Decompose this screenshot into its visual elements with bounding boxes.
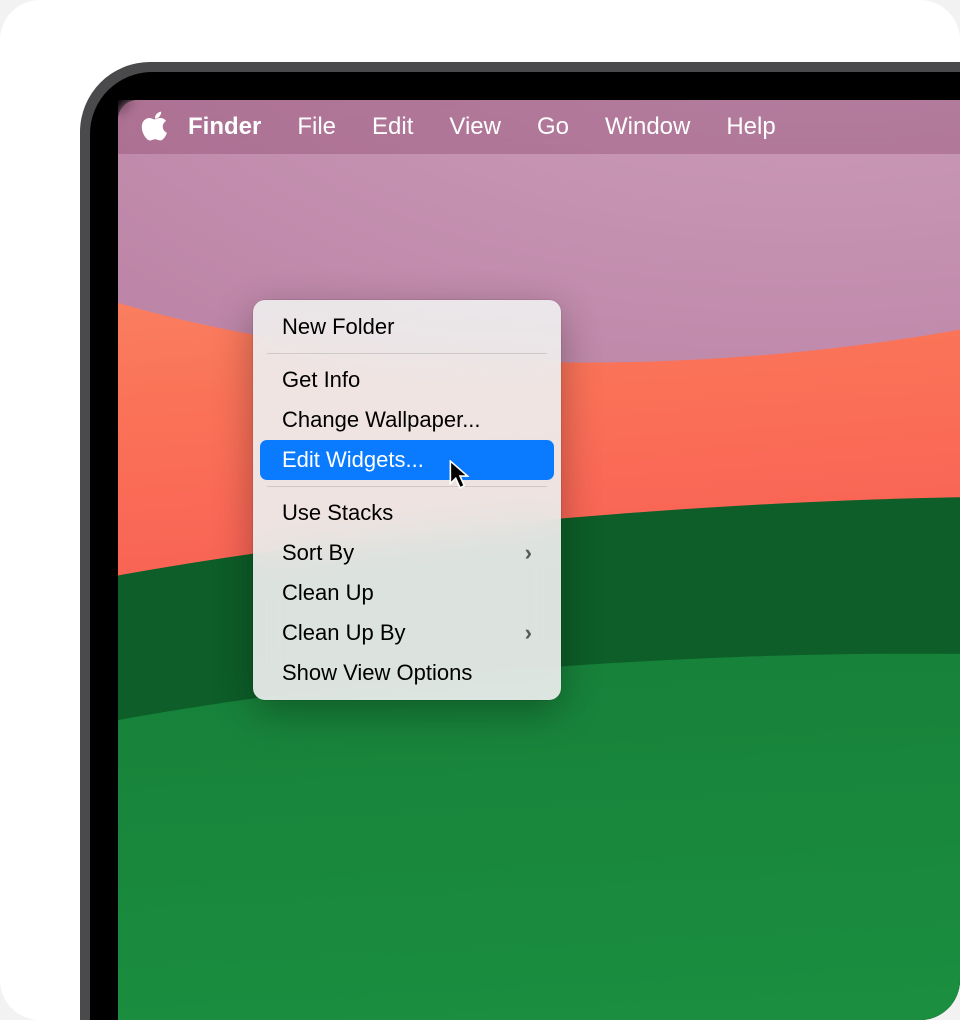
desktop-screen[interactable]: Finder File Edit View Go Window Help New… xyxy=(118,100,960,1020)
ctx-item-show-view-options[interactable]: Show View Options xyxy=(260,653,554,693)
ctx-item-sort-by[interactable]: Sort By › xyxy=(260,533,554,573)
ctx-item-label: Clean Up xyxy=(282,580,374,606)
ctx-item-label: Change Wallpaper... xyxy=(282,407,481,433)
ctx-item-label: Sort By xyxy=(282,540,354,566)
illustration-card: Finder File Edit View Go Window Help New… xyxy=(0,0,960,1020)
ctx-item-label: Show View Options xyxy=(282,660,472,686)
ctx-item-label: Edit Widgets... xyxy=(282,447,424,473)
menubar-app-name[interactable]: Finder xyxy=(188,100,279,154)
chevron-right-icon: › xyxy=(525,540,532,566)
desktop-context-menu: New Folder Get Info Change Wallpaper... … xyxy=(253,300,561,700)
ctx-separator xyxy=(267,353,547,354)
ctx-item-change-wallpaper[interactable]: Change Wallpaper... xyxy=(260,400,554,440)
ctx-separator xyxy=(267,486,547,487)
menubar-item-help[interactable]: Help xyxy=(708,100,793,154)
ctx-item-new-folder[interactable]: New Folder xyxy=(260,307,554,347)
ctx-item-label: Get Info xyxy=(282,367,360,393)
menubar-item-window[interactable]: Window xyxy=(587,100,708,154)
screen-content: Finder File Edit View Go Window Help New… xyxy=(118,100,960,1020)
ctx-item-get-info[interactable]: Get Info xyxy=(260,360,554,400)
menubar-item-go[interactable]: Go xyxy=(519,100,587,154)
menubar-item-view[interactable]: View xyxy=(431,100,519,154)
device-bezel: Finder File Edit View Go Window Help New… xyxy=(90,72,960,1020)
ctx-item-clean-up-by[interactable]: Clean Up By › xyxy=(260,613,554,653)
ctx-item-label: Clean Up By xyxy=(282,620,406,646)
chevron-right-icon: › xyxy=(525,620,532,646)
ctx-item-edit-widgets[interactable]: Edit Widgets... xyxy=(260,440,554,480)
ctx-item-label: Use Stacks xyxy=(282,500,393,526)
menubar: Finder File Edit View Go Window Help xyxy=(118,100,960,154)
apple-menu-icon[interactable] xyxy=(140,111,170,141)
ctx-item-label: New Folder xyxy=(282,314,394,340)
ctx-item-clean-up[interactable]: Clean Up xyxy=(260,573,554,613)
ctx-item-use-stacks[interactable]: Use Stacks xyxy=(260,493,554,533)
menubar-item-edit[interactable]: Edit xyxy=(354,100,431,154)
device-frame: Finder File Edit View Go Window Help New… xyxy=(80,62,960,1020)
menubar-item-file[interactable]: File xyxy=(279,100,354,154)
